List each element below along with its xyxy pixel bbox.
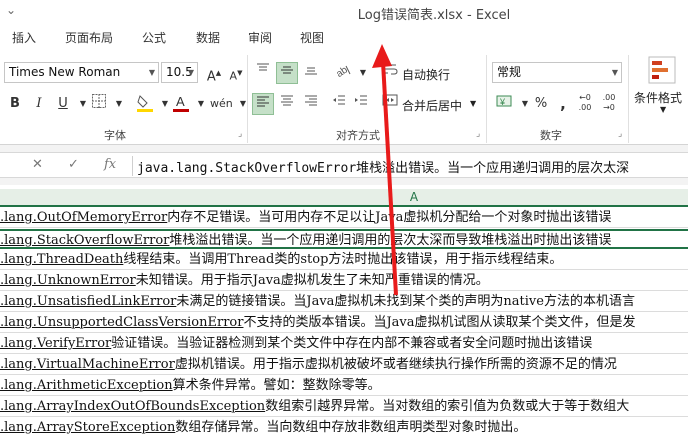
decrease-font-size-icon[interactable]: A▼ [225, 62, 247, 84]
borders-icon[interactable] [88, 93, 110, 115]
fill-color-icon[interactable] [134, 93, 156, 115]
description-cell: 不支持的类版本错误。当Java虚拟机试图从读取某个类文件，但是发 [243, 315, 636, 330]
title-bar: ⌄ Log错误简表.xlsx - Excel [0, 0, 688, 24]
conditional-formatting-dropdown-icon[interactable]: ▼ [660, 105, 666, 114]
class-name-cell: .lang.UnknownError [0, 273, 136, 288]
table-row[interactable]: .lang.ArithmeticException算术条件异常。譬如：整数除零等… [0, 376, 688, 396]
class-name-cell: .lang.OutOfMemoryError [0, 210, 168, 225]
arrow-up-icon [372, 44, 398, 296]
class-name-cell: .lang.ArithmeticException [0, 378, 173, 393]
enter-icon[interactable]: ✓ [68, 157, 79, 172]
description-cell: 数组存储异常。当向数组中存放非数组声明类型对象时抛出。 [175, 420, 527, 435]
increase-indent-icon[interactable] [350, 93, 372, 115]
column-header-row: A [0, 189, 688, 207]
table-row[interactable]: .lang.VerifyError验证错误。当验证器检测到某个类文件中存在内部不… [0, 334, 688, 354]
font-name-value: Times New Roman [9, 65, 121, 79]
tab-insert[interactable]: 插入 [12, 29, 36, 46]
table-row[interactable]: .lang.UnknownError未知错误。用于指示Java虚拟机发生了未知严… [0, 271, 688, 291]
description-cell: 数组索引越界异常。当对数组的索引值为负数或大于等于数组大 [265, 399, 630, 414]
font-name-select[interactable]: Times New Roman ▼ [4, 62, 159, 83]
group-label-number: 数字 [540, 129, 562, 142]
description-cell: 虚拟机错误。用于指示虚拟机被破坏或者继续执行操作所需的资源不足的情况 [174, 357, 617, 372]
class-name-cell: .lang.ArrayIndexOutOfBoundsException [0, 399, 266, 414]
align-middle-icon[interactable] [276, 62, 298, 84]
align-right-icon[interactable] [300, 93, 322, 115]
borders-dropdown-icon[interactable]: ▼ [108, 93, 130, 115]
tab-formulas[interactable]: 公式 [142, 29, 166, 46]
increase-font-size-icon[interactable]: A▲ [203, 62, 225, 84]
align-center-icon[interactable] [276, 93, 298, 115]
font-color-dropdown-icon[interactable]: ▼ [190, 93, 212, 115]
class-name-cell: .lang.VirtualMachineError [0, 357, 175, 372]
svg-text:¥: ¥ [499, 97, 506, 107]
font-dialog-launcher-icon[interactable]: ⌟ [238, 129, 242, 139]
class-name-cell: .lang.VerifyError [0, 336, 112, 351]
group-divider [247, 55, 248, 143]
align-bottom-icon[interactable] [300, 62, 322, 84]
table-row[interactable]: .lang.ArrayStoreException数组存储异常。当向数组中存放非… [0, 418, 688, 437]
conditional-formatting-icon[interactable] [646, 55, 678, 87]
class-name-cell: .lang.UnsatisfiedLinkError [0, 294, 177, 309]
description-cell: 算术条件异常。譬如：整数除零等。 [172, 378, 381, 393]
tab-page-layout[interactable]: 页面布局 [65, 29, 113, 46]
table-row[interactable]: .lang.ThreadDeath线程结束。当调用Thread类的stop方法时… [0, 250, 688, 270]
svg-text:ab: ab [334, 64, 350, 78]
comma-style-icon[interactable]: , [552, 93, 574, 115]
tab-data[interactable]: 数据 [196, 29, 220, 46]
formula-bar: ✕ ✓ fx java.lang.StackOverflowError堆栈溢出错… [0, 145, 688, 185]
chevron-down-icon: ▼ [611, 68, 618, 77]
class-name-cell: .lang.ArrayStoreException [0, 420, 176, 435]
decrease-decimal-icon[interactable]: .00 →0 [598, 93, 620, 115]
table-row[interactable]: .lang.ArrayIndexOutOfBoundsException数组索引… [0, 397, 688, 417]
number-format-select[interactable]: 常规 ▼ [492, 62, 622, 83]
percent-style-icon[interactable]: % [530, 93, 552, 115]
table-row[interactable]: .lang.OutOfMemoryError内存不足错误。当可用内存不足以让Ja… [0, 208, 688, 228]
formula-bar-divider [132, 156, 133, 176]
font-size-select[interactable]: 10.5 ▼ [161, 62, 198, 83]
table-row[interactable]: .lang.StackOverflowError堆栈溢出错误。当一个应用递归调用… [0, 229, 688, 249]
cancel-icon[interactable]: ✕ [32, 157, 43, 172]
description-cell: 验证错误。当验证器检测到某个类文件中存在内部不兼容或者安全问题时抛出该错误 [111, 336, 593, 351]
formula-bar-inner: ✕ ✓ fx java.lang.StackOverflowError堆栈溢出错… [0, 152, 688, 178]
chevron-down-icon: ▼ [187, 68, 194, 77]
alignment-dialog-launcher-icon[interactable]: ⌟ [476, 129, 480, 139]
increase-decimal-icon[interactable]: ←0.00 [574, 93, 596, 115]
insert-function-icon[interactable]: fx [104, 157, 116, 172]
bold-icon[interactable]: B [4, 93, 26, 115]
merge-center-label[interactable]: 合并后居中 [402, 97, 462, 114]
column-header-a[interactable]: A [0, 190, 688, 204]
font-color-icon[interactable]: A [170, 93, 192, 115]
class-name-cell: .lang.StackOverflowError [0, 233, 170, 248]
description-cell: 线程结束。当调用Thread类的stop方法时抛出该错误，用于指示线程结束。 [123, 252, 563, 267]
orientation-icon[interactable]: ab [332, 62, 354, 84]
group-divider [486, 55, 487, 143]
window-title: Log错误简表.xlsx - Excel [357, 8, 511, 23]
ribbon-tabs: 插入 页面布局 公式 数据 审阅 视图 [0, 24, 688, 49]
tab-view[interactable]: 视图 [300, 29, 324, 46]
phonetic-dropdown-icon[interactable]: ▼ [232, 93, 254, 115]
class-name-cell: .lang.UnsupportedClassVersionError [0, 315, 244, 330]
group-label-font: 字体 [104, 129, 126, 142]
description-cell: 未知错误。用于指示Java虚拟机发生了未知严重错误的情况。 [135, 273, 489, 288]
decrease-indent-icon[interactable] [328, 93, 350, 115]
table-row[interactable]: .lang.UnsupportedClassVersionError不支持的类版… [0, 313, 688, 333]
phonetic-guide-icon[interactable]: wén [210, 93, 233, 115]
class-name-cell: .lang.ThreadDeath [0, 252, 124, 267]
align-left-icon[interactable] [252, 93, 274, 115]
number-dialog-launcher-icon[interactable]: ⌟ [618, 129, 622, 139]
tab-review[interactable]: 审阅 [248, 29, 272, 46]
ribbon: Times New Roman ▼ 10.5 ▼ A▲ A▼ B I U ▼ ▼… [0, 49, 688, 145]
svg-text:A: A [176, 94, 185, 109]
table-row[interactable]: .lang.VirtualMachineError虚拟机错误。用于指示虚拟机被破… [0, 355, 688, 375]
merge-dropdown-icon[interactable]: ▼ [470, 99, 476, 108]
italic-icon[interactable]: I [28, 93, 50, 115]
underline-icon[interactable]: U [52, 93, 74, 115]
table-row[interactable]: .lang.UnsatisfiedLinkError未满足的链接错误。当Java… [0, 292, 688, 312]
group-divider [628, 55, 629, 143]
chevron-down-icon: ▼ [148, 68, 155, 77]
conditional-formatting-label[interactable]: 条件格式 [634, 89, 682, 106]
number-format-value: 常规 [497, 65, 522, 79]
align-top-icon[interactable] [252, 62, 274, 84]
accounting-format-icon[interactable]: ¥ [494, 93, 516, 115]
